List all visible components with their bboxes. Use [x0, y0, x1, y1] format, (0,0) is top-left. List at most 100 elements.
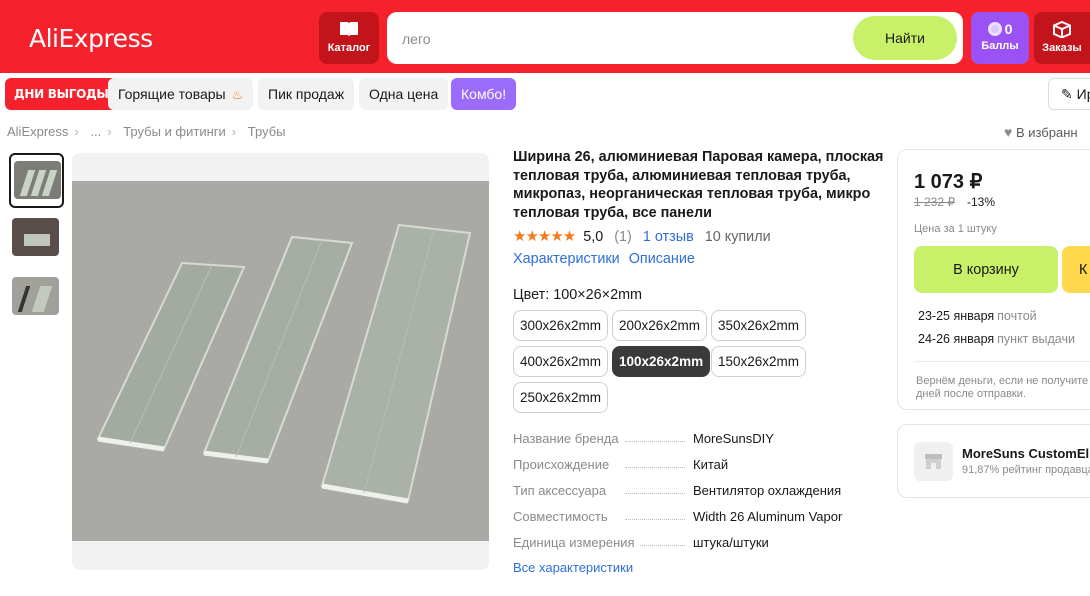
points-value: 0 [1004, 21, 1013, 37]
rating-count: (1) [614, 229, 632, 245]
option-300x26x2mm[interactable]: 300x26x2mm [513, 310, 609, 341]
points-label: Баллы [981, 40, 1019, 52]
user-label: Ир [1076, 86, 1090, 102]
search-bar[interactable]: лего Найти [387, 12, 963, 64]
category-nav: ДНИ ВЫГОДЫ Горящие товары ♨ Пик продаж О… [0, 78, 1090, 110]
favorites-label: В избранн [1015, 125, 1078, 140]
pen-icon: ✎ [1061, 86, 1073, 102]
orders-button[interactable]: Заказы [1034, 12, 1090, 64]
chevron-right-icon: › [231, 124, 237, 139]
option-150x26x2mm[interactable]: 150x26x2mm [711, 346, 807, 377]
spec-row: Тип аксессуара Вентилятор охлаждения [513, 481, 873, 507]
thumbnail-1[interactable] [9, 153, 64, 208]
store-rating: 91,87% рейтинг продавца [962, 464, 1090, 476]
store-name[interactable]: MoreSuns CustomEl [962, 446, 1089, 461]
chevron-right-icon: › [74, 124, 79, 139]
breadcrumb-ellipsis[interactable]: ... [90, 124, 101, 139]
delivery-option[interactable]: 23-25 января почтой [918, 309, 1037, 323]
search-button[interactable]: Найти [853, 16, 957, 60]
chip-top-sales[interactable]: Пик продаж [258, 78, 355, 110]
spec-value: Width 26 Aluminum Vapor [693, 509, 843, 524]
spec-value: штука/штуки [693, 535, 769, 550]
chip-hot-deals-label: Горящие товары [118, 86, 226, 102]
spec-row: Название бренда MoreSunsDIY [513, 429, 873, 455]
breadcrumb: AliExpress › ... › Трубы и фитинги › Трубы [7, 124, 291, 139]
product-title: Ширина 26, алюминиевая Паровая камера, п… [513, 149, 884, 221]
spec-key: Единица измерения [513, 535, 639, 550]
aliexpress-logo[interactable]: AliExpress [29, 24, 153, 53]
price: 1 073 ₽ [914, 171, 983, 193]
price-per-unit: Цена за 1 штуку [914, 223, 997, 235]
chevron-right-icon: › [107, 124, 112, 139]
option-250x26x2mm[interactable]: 250x26x2mm [513, 382, 609, 413]
refund-note: Вернём деньги, если не получите дней посл… [916, 375, 1090, 401]
add-to-cart-button[interactable]: В корзину [914, 246, 1058, 293]
refund-line: Вернём деньги, если не получите [916, 375, 1089, 387]
thumbnail-image [14, 161, 61, 199]
promo-days-button[interactable]: ДНИ ВЫГОДЫ [5, 78, 118, 110]
option-400x26x2mm[interactable]: 400x26x2mm [513, 346, 609, 377]
heart-icon: ♥ [1004, 124, 1013, 140]
spec-key: Происхождение [513, 457, 614, 472]
thumbnail-list [9, 153, 64, 327]
tab-characteristics[interactable]: Характеристики [513, 251, 620, 267]
spec-row: Совместимость Width 26 Aluminum Vapor [513, 507, 873, 533]
discount-badge: -13% [967, 195, 996, 209]
spec-value: MoreSunsDIY [693, 431, 774, 446]
breadcrumb-home[interactable]: AliExpress [7, 124, 68, 139]
header: AliExpress Каталог лего Найти 0 Баллы За… [0, 0, 1090, 73]
user-menu-button[interactable]: ✎ Ир [1048, 78, 1090, 110]
rating-row: ★★★★★ 5,0 (1) 1 отзыв 10 купили [513, 227, 771, 245]
store-logo [914, 442, 953, 481]
fire-icon: ♨ [231, 87, 244, 102]
old-price: 1 232 ₽ [914, 195, 955, 209]
chip-hot-deals[interactable]: Горящие товары ♨ [108, 78, 254, 110]
delivery-option[interactable]: 24-26 января пункт выдачи [918, 332, 1075, 346]
store-icon [925, 454, 942, 469]
catalog-button[interactable]: Каталог [319, 12, 379, 64]
chip-one-price[interactable]: Одна цена [359, 78, 449, 110]
coin-icon [987, 22, 1002, 36]
breadcrumb-pipes[interactable]: Трубы [248, 124, 286, 139]
chip-combo[interactable]: Комбо! [451, 78, 517, 110]
option-100x26x2mm-selected[interactable]: 100x26x2mm [612, 346, 711, 377]
heat-pipes-photo [72, 181, 489, 541]
spec-row: Единица измерения штука/штуки [513, 533, 873, 559]
tab-description[interactable]: Описание [629, 251, 695, 267]
thumbnail-image [12, 218, 59, 256]
catalog-label: Каталог [327, 42, 371, 54]
buy-now-button[interactable]: К [1062, 246, 1090, 293]
search-input[interactable]: лего [402, 31, 431, 47]
spec-key: Название бренда [513, 431, 623, 446]
points-button[interactable]: 0 Баллы [971, 12, 1029, 64]
rating-value: 5,0 [583, 229, 604, 245]
sold-count: 10 купили [704, 229, 771, 245]
orders-label: Заказы [1042, 42, 1082, 54]
divider [914, 361, 1090, 362]
option-200x26x2mm[interactable]: 200x26x2mm [612, 310, 708, 341]
delivery-date: 24-26 января [918, 332, 995, 346]
spec-value: Китай [693, 457, 729, 472]
thumbnail-2[interactable] [9, 212, 64, 267]
delivery-method: пункт выдачи [997, 332, 1075, 346]
reviews-link[interactable]: 1 отзыв [643, 229, 694, 245]
package-icon [1053, 21, 1071, 38]
delivery-date: 23-25 января [918, 309, 995, 323]
all-specs-link[interactable]: Все характеристики [513, 560, 633, 575]
refund-line: дней после отправки. [916, 388, 1026, 400]
spec-row: Происхождение Китай [513, 455, 873, 481]
thumbnail-image [12, 277, 59, 315]
star-rating-icon: ★★★★★ [513, 228, 576, 245]
option-350x26x2mm[interactable]: 350x26x2mm [711, 310, 807, 341]
delivery-method: почтой [997, 309, 1037, 323]
thumbnail-3[interactable] [9, 271, 64, 326]
product-main-image[interactable] [72, 153, 489, 570]
store-card[interactable]: MoreSuns CustomEl 91,87% рейтинг продавц… [897, 424, 1090, 498]
color-label: Цвет: 100×26×2mm [513, 287, 643, 303]
add-to-favorites-button[interactable]: ♥ В избранн [1004, 124, 1078, 140]
spec-key: Совместимость [513, 509, 612, 524]
spec-value: Вентилятор охлаждения [693, 483, 842, 498]
spec-key: Тип аксессуара [513, 483, 611, 498]
breadcrumb-pipes-fittings[interactable]: Трубы и фитинги [123, 124, 226, 139]
book-icon [340, 22, 358, 37]
